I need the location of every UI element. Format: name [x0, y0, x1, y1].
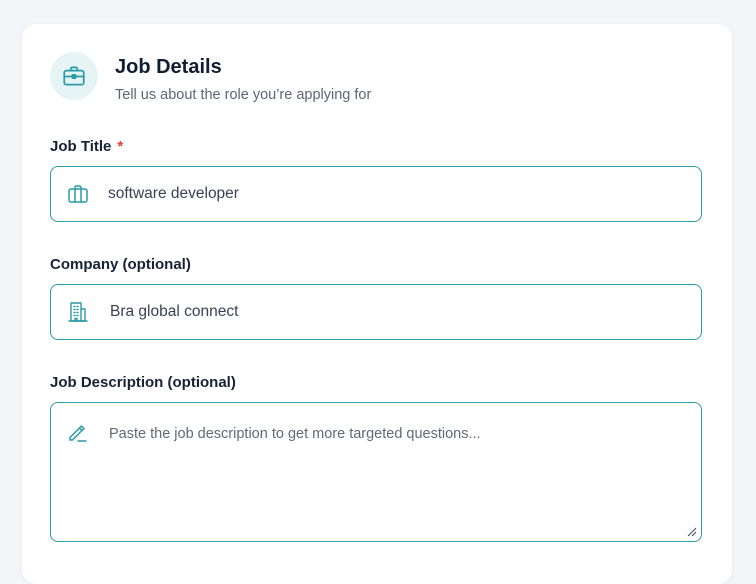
job-description-textarea[interactable]	[109, 425, 683, 527]
company-icon-wrap	[65, 299, 91, 325]
briefcase-icon	[63, 66, 85, 86]
job-title-label: Job Title *	[50, 138, 123, 155]
job-title-label-text: Job Title	[50, 138, 112, 155]
header-icon-badge	[50, 52, 98, 100]
job-title-icon-wrap	[65, 181, 91, 207]
briefcase-icon	[68, 185, 88, 203]
job-title-input[interactable]	[108, 167, 685, 221]
job-description-icon-wrap	[65, 419, 91, 445]
job-description-field[interactable]	[50, 402, 702, 542]
resize-handle-icon[interactable]	[685, 525, 697, 537]
job-description-label: Job Description (optional)	[50, 374, 236, 391]
company-input[interactable]	[110, 285, 685, 339]
page-subtitle: Tell us about the role you’re applying f…	[115, 87, 372, 103]
company-field[interactable]	[50, 284, 702, 340]
required-marker: *	[117, 138, 124, 155]
page-title: Job Details	[115, 56, 222, 78]
pencil-icon	[69, 425, 87, 442]
job-title-field[interactable]	[50, 166, 702, 222]
building-icon	[68, 302, 88, 322]
company-label: Company (optional)	[50, 256, 191, 273]
job-details-card: Job Details Tell us about the role you’r…	[22, 24, 732, 584]
